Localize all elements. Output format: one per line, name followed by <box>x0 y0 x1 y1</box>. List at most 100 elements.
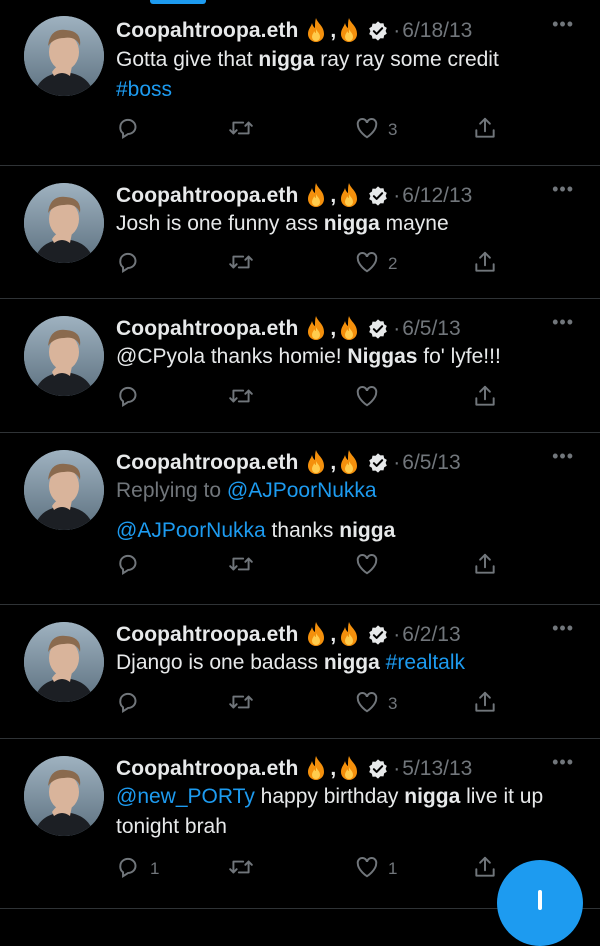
reply-button[interactable] <box>116 383 150 413</box>
author-name[interactable]: Coopahtroopa.eth <box>116 451 298 475</box>
replying-to: Replying to @AJPoorNukka <box>116 476 580 506</box>
avatar[interactable] <box>24 183 104 263</box>
separator-dot: · <box>393 451 401 474</box>
heart-icon <box>354 551 380 582</box>
share-button[interactable] <box>472 249 498 279</box>
tweet-text: nigga <box>323 212 380 235</box>
tweet-date[interactable]: 6/2/13 <box>402 623 460 647</box>
verified-badge-icon <box>367 185 389 207</box>
tweet-text: nigga <box>258 48 315 71</box>
reply-button[interactable] <box>116 115 150 145</box>
tweet[interactable]: Coopahtroopa.eth , · 6/5/13 ••• Replying … <box>0 432 600 605</box>
tweet-actions <box>116 551 506 581</box>
author-name[interactable]: Coopahtroopa.eth <box>116 623 298 647</box>
fire-icon <box>337 755 361 783</box>
share-button[interactable] <box>472 689 498 719</box>
more-icon[interactable]: ••• <box>552 179 574 200</box>
share-icon <box>472 551 498 582</box>
reply-button[interactable] <box>116 551 150 581</box>
tweet-text: nigga <box>339 519 396 542</box>
like-button[interactable] <box>354 551 388 581</box>
retweet-button[interactable] <box>228 854 254 884</box>
fire-icon <box>337 449 361 477</box>
reply-button[interactable] <box>116 689 150 719</box>
tweet-text: thanks <box>265 519 340 542</box>
tweet-body: Replying to @AJPoorNukka @AJPoorNukka tha… <box>116 476 580 546</box>
like-button[interactable]: 3 <box>354 115 397 145</box>
more-icon[interactable]: ••• <box>552 312 574 333</box>
mention-link[interactable]: @AJPoorNukka <box>227 479 377 502</box>
name-comma: , <box>330 317 337 340</box>
avatar[interactable] <box>24 450 104 530</box>
share-button[interactable] <box>472 383 498 413</box>
author-name[interactable]: Coopahtroopa.eth <box>116 19 298 43</box>
retweet-icon <box>228 249 254 280</box>
more-icon[interactable]: ••• <box>552 618 574 639</box>
retweet-button[interactable] <box>228 249 254 279</box>
separator-dot: · <box>393 623 401 646</box>
share-button[interactable] <box>472 115 498 145</box>
mention-link[interactable]: @AJPoorNukka <box>116 519 266 542</box>
retweet-icon <box>228 383 254 414</box>
more-icon[interactable]: ••• <box>552 446 574 467</box>
share-icon <box>472 249 498 280</box>
fire-icon <box>337 182 361 210</box>
tweet-date[interactable]: 6/18/13 <box>402 19 472 43</box>
like-button[interactable]: 2 <box>354 249 397 279</box>
tweet-text: mayne <box>379 212 449 235</box>
retweet-button[interactable] <box>228 689 254 719</box>
retweet-button[interactable] <box>228 115 254 145</box>
author-name[interactable]: Coopahtroopa.eth <box>116 757 298 781</box>
tweet-body: Gotta give that nigga ray ray some credi… <box>116 45 580 105</box>
avatar[interactable] <box>24 756 104 836</box>
verified-badge-icon <box>367 20 389 42</box>
tweet[interactable]: Coopahtroopa.eth , · 6/5/13 ••• @CPyola t… <box>0 298 600 433</box>
tweet-date[interactable]: 6/5/13 <box>402 451 460 475</box>
tweet-text-line: tonight brah <box>116 812 580 842</box>
tweet-text: live it up <box>460 785 544 808</box>
tweet-text: nigga <box>323 651 380 674</box>
heart-icon <box>354 689 380 720</box>
tweet-date[interactable]: 6/5/13 <box>402 317 460 341</box>
tweet-body: Josh is one funny ass nigga mayne <box>116 209 580 239</box>
author-name[interactable]: Coopahtroopa.eth <box>116 184 298 208</box>
share-button[interactable] <box>472 854 498 884</box>
reply-icon <box>116 551 142 582</box>
author-name[interactable]: Coopahtroopa.eth <box>116 317 298 341</box>
tweet-header: Coopahtroopa.eth , · 6/12/13 <box>116 181 472 211</box>
like-button[interactable]: 1 <box>354 854 397 884</box>
avatar[interactable] <box>24 316 104 396</box>
tweet[interactable]: Coopahtroopa.eth , · 6/12/13 ••• Josh is … <box>0 165 600 299</box>
tweet[interactable]: Coopahtroopa.eth , · 6/18/13 ••• Gotta gi… <box>0 0 600 166</box>
retweet-button[interactable] <box>228 383 254 413</box>
share-button[interactable] <box>472 551 498 581</box>
fire-icon <box>304 315 328 343</box>
reply-button[interactable]: 1 <box>116 854 159 884</box>
avatar[interactable] <box>24 16 104 96</box>
separator-dot: · <box>393 317 401 340</box>
retweet-button[interactable] <box>228 551 254 581</box>
more-icon[interactable]: ••• <box>552 752 574 773</box>
retweet-icon <box>228 115 254 146</box>
more-icon[interactable]: ••• <box>552 14 574 35</box>
tweet-date[interactable]: 6/12/13 <box>402 184 472 208</box>
reply-icon <box>116 249 142 280</box>
reply-button[interactable] <box>116 249 150 279</box>
hashtag-link[interactable]: #realtalk <box>386 651 465 674</box>
like-button[interactable]: 3 <box>354 689 397 719</box>
tweet[interactable]: Coopahtroopa.eth , · 6/2/13 ••• Django is… <box>0 604 600 739</box>
name-comma: , <box>330 19 337 42</box>
like-button[interactable] <box>354 383 388 413</box>
separator-dot: · <box>393 19 401 42</box>
avatar[interactable] <box>24 622 104 702</box>
fire-icon <box>304 621 328 649</box>
tweet-header: Coopahtroopa.eth , · 6/5/13 <box>116 314 461 344</box>
retweet-icon <box>228 854 254 885</box>
tweet-text: happy birthday <box>254 785 405 808</box>
compose-tweet-button[interactable] <box>497 860 583 946</box>
tweet-text-line: Josh is one funny ass nigga mayne <box>116 209 580 239</box>
hashtag-link[interactable]: #boss <box>116 78 172 101</box>
mention-link[interactable]: @new_PORTy <box>116 785 255 808</box>
retweet-icon <box>228 551 254 582</box>
tweet-date[interactable]: 5/13/13 <box>402 757 472 781</box>
